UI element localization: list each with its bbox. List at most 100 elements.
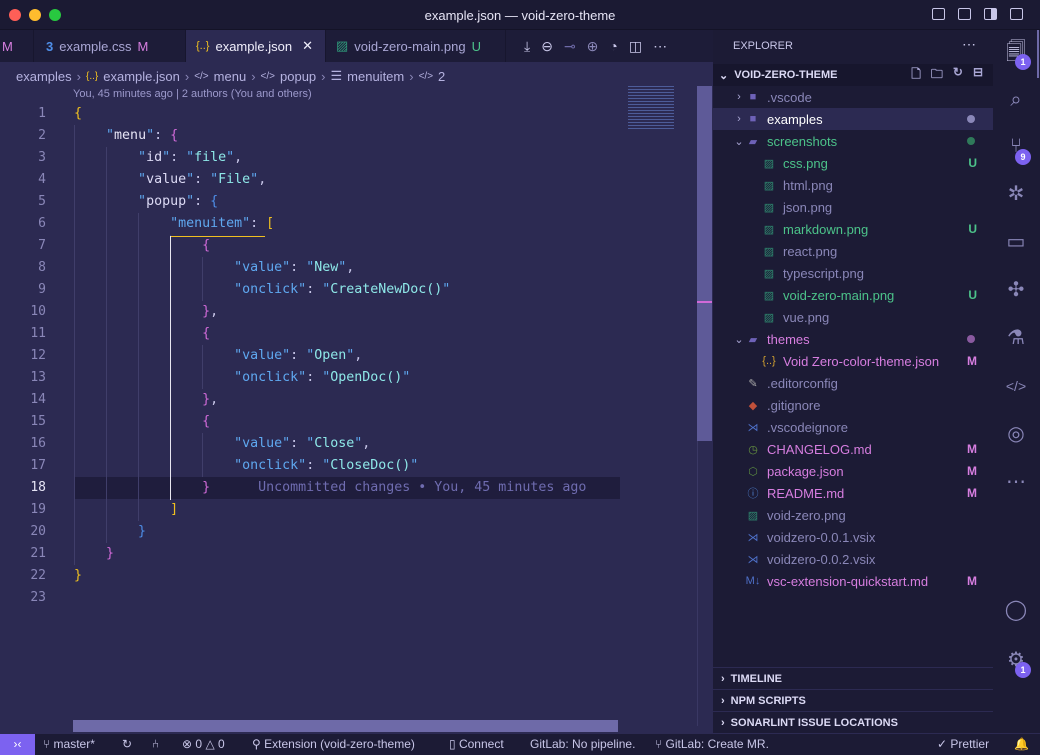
search-icon[interactable]: ⌕: [1004, 88, 1028, 112]
close-tab-icon[interactable]: ✕: [302, 38, 313, 54]
code-line[interactable]: "menu": {: [74, 125, 620, 147]
code-line[interactable]: "value": "Close",: [74, 433, 620, 455]
new-file-icon[interactable]: 🗋: [911, 65, 921, 86]
connect-button[interactable]: ▯ Connect: [449, 737, 504, 751]
branch-button[interactable]: ⑂ master*: [43, 737, 95, 751]
toggle-panel-icon[interactable]: [958, 8, 971, 20]
code-line[interactable]: "onclick": "CreateNewDoc()": [74, 279, 620, 301]
testing-icon[interactable]: ⚗: [1004, 326, 1028, 350]
code-line[interactable]: {: [74, 235, 620, 257]
new-folder-icon[interactable]: 🗀: [931, 65, 943, 86]
section-timeline[interactable]: › TIMELINE: [713, 667, 993, 689]
file-item[interactable]: ▨ void-zero-main.png U: [713, 284, 993, 306]
file-item[interactable]: ▨ void-zero.png: [713, 504, 993, 526]
git-previous-change-icon[interactable]: ⊖: [541, 38, 553, 55]
folder-item[interactable]: › ■ .vscode: [713, 86, 993, 108]
git-graph-icon[interactable]: ⑃: [152, 737, 159, 751]
code-line[interactable]: "value": "Open",: [74, 345, 620, 367]
file-item[interactable]: ⬡ package.json M: [713, 460, 993, 482]
gitlens-icon[interactable]: ◎: [1004, 422, 1028, 446]
problems-button[interactable]: ⊗ 0 △ 0: [182, 737, 225, 751]
tab-void-zero-main-png[interactable]: ▨ void-zero-main.png U: [326, 30, 506, 62]
code-line[interactable]: {: [74, 411, 620, 433]
more-actions-icon[interactable]: ⋯: [962, 36, 976, 53]
file-item[interactable]: ▨ markdown.png U: [713, 218, 993, 240]
folder-item[interactable]: ⌄ ▰ screenshots: [713, 130, 993, 152]
collapse-all-icon[interactable]: ⊟: [973, 65, 983, 86]
breadcrumb-item[interactable]: menu: [214, 69, 247, 84]
sync-icon[interactable]: ↻: [122, 737, 132, 751]
breadcrumb-item[interactable]: 2: [438, 69, 445, 84]
tab-overflow[interactable]: M: [0, 30, 34, 62]
file-item[interactable]: ▨ json.png: [713, 196, 993, 218]
file-item[interactable]: ▨ vue.png: [713, 306, 993, 328]
breadcrumb-item[interactable]: menuitem: [347, 69, 404, 84]
folder-item[interactable]: ⌄ ▰ themes: [713, 328, 993, 350]
file-item[interactable]: ⋊ .vscodeignore: [713, 416, 993, 438]
file-item[interactable]: ⋊ voidzero-0.0.1.vsix: [713, 526, 993, 548]
extension-status[interactable]: ⚲ Extension (void-zero-theme): [252, 737, 415, 751]
file-item[interactable]: {..} Void Zero-color-theme.json M: [713, 350, 993, 372]
horizontal-scrollbar-thumb[interactable]: [73, 720, 618, 732]
remote-explorer-icon[interactable]: ▭: [1004, 230, 1028, 254]
explorer-root-header[interactable]: ⌄ VOID-ZERO-THEME 🗋 🗀 ↻ ⊟: [713, 64, 993, 86]
breadcrumb-item[interactable]: examples: [16, 69, 72, 84]
minimap[interactable]: [628, 86, 674, 130]
vertical-scrollbar-thumb[interactable]: [697, 86, 712, 441]
breadcrumb-item[interactable]: example.json: [103, 69, 180, 84]
code-line[interactable]: },: [74, 389, 620, 411]
account-icon[interactable]: ◯: [1004, 598, 1028, 622]
section-npm-scripts[interactable]: › NPM SCRIPTS: [713, 689, 993, 711]
tab-example-css[interactable]: 3 example.css M: [34, 30, 186, 62]
section-sonarlint[interactable]: › SONARLINT ISSUE LOCATIONS: [713, 711, 993, 733]
toggle-secondary-sidebar-icon[interactable]: [984, 8, 997, 20]
code-line[interactable]: "onclick": "OpenDoc()": [74, 367, 620, 389]
code-line[interactable]: }: [74, 543, 620, 565]
code-line[interactable]: "menuitem": [: [74, 213, 620, 235]
remote-button[interactable]: ›‹: [0, 734, 35, 755]
git-commit-icon[interactable]: ⊸: [564, 38, 576, 55]
code-line[interactable]: {: [74, 323, 620, 345]
file-item[interactable]: ◆ .gitignore: [713, 394, 993, 416]
code-line[interactable]: }: [74, 565, 620, 587]
code-area[interactable]: 1{2 "menu": {3 "id": "file", 4 "value": "…: [0, 103, 697, 703]
code-line[interactable]: "value": "File",: [74, 169, 620, 191]
extensions-icon[interactable]: ✣: [1004, 278, 1028, 302]
code-icon[interactable]: </>: [1004, 374, 1028, 398]
download-icon[interactable]: ⤓: [524, 38, 530, 55]
gitlab-create-mr[interactable]: ⑂ GitLab: Create MR.: [655, 737, 769, 751]
git-next-change-icon[interactable]: ⊕: [587, 38, 599, 55]
code-line[interactable]: }: [74, 521, 620, 543]
file-item[interactable]: ▨ css.png U: [713, 152, 993, 174]
file-item[interactable]: ✎ .editorconfig: [713, 372, 993, 394]
code-line[interactable]: {: [74, 103, 620, 125]
file-item[interactable]: ▨ html.png: [713, 174, 993, 196]
code-line[interactable]: "popup": {: [74, 191, 620, 213]
file-item[interactable]: ◷ CHANGELOG.md M: [713, 438, 993, 460]
more-actions-icon[interactable]: ⋯: [653, 38, 667, 55]
file-item[interactable]: ▨ react.png: [713, 240, 993, 262]
code-line[interactable]: "onclick": "CloseDoc()": [74, 455, 620, 477]
file-item[interactable]: ⓘ README.md M: [713, 482, 993, 504]
code-line[interactable]: },: [74, 301, 620, 323]
code-line[interactable]: [74, 587, 620, 609]
file-item[interactable]: M↓ vsc-extension-quickstart.md M: [713, 570, 993, 592]
gitlens-icon[interactable]: ◔: [609, 38, 617, 55]
editor[interactable]: examples › {..} example.json › </> menu › <…: [0, 62, 713, 733]
more-icon[interactable]: ⋯: [1004, 470, 1028, 494]
code-line[interactable]: "value": "New",: [74, 257, 620, 279]
toggle-sidebar-icon[interactable]: [932, 8, 945, 20]
refresh-icon[interactable]: ↻: [953, 65, 963, 86]
file-item[interactable]: ⋊ voidzero-0.0.2.vsix: [713, 548, 993, 570]
code-line[interactable]: } Uncommitted changes • You, 45 minutes …: [74, 477, 620, 499]
code-line[interactable]: ]: [74, 499, 620, 521]
breadcrumb-item[interactable]: popup: [280, 69, 316, 84]
git-blame-codelens[interactable]: You, 45 minutes ago | 2 authors (You and…: [73, 88, 312, 100]
customize-layout-icon[interactable]: [1010, 8, 1023, 20]
code-line[interactable]: "id": "file",: [74, 147, 620, 169]
split-editor-icon[interactable]: ◫: [629, 38, 642, 55]
folder-item[interactable]: › ■ examples: [713, 108, 993, 130]
debug-icon[interactable]: ✲: [1004, 182, 1028, 206]
gitlab-pipeline[interactable]: GitLab: No pipeline.: [530, 737, 635, 751]
tab-example-json[interactable]: {..} example.json ✕: [186, 30, 326, 62]
